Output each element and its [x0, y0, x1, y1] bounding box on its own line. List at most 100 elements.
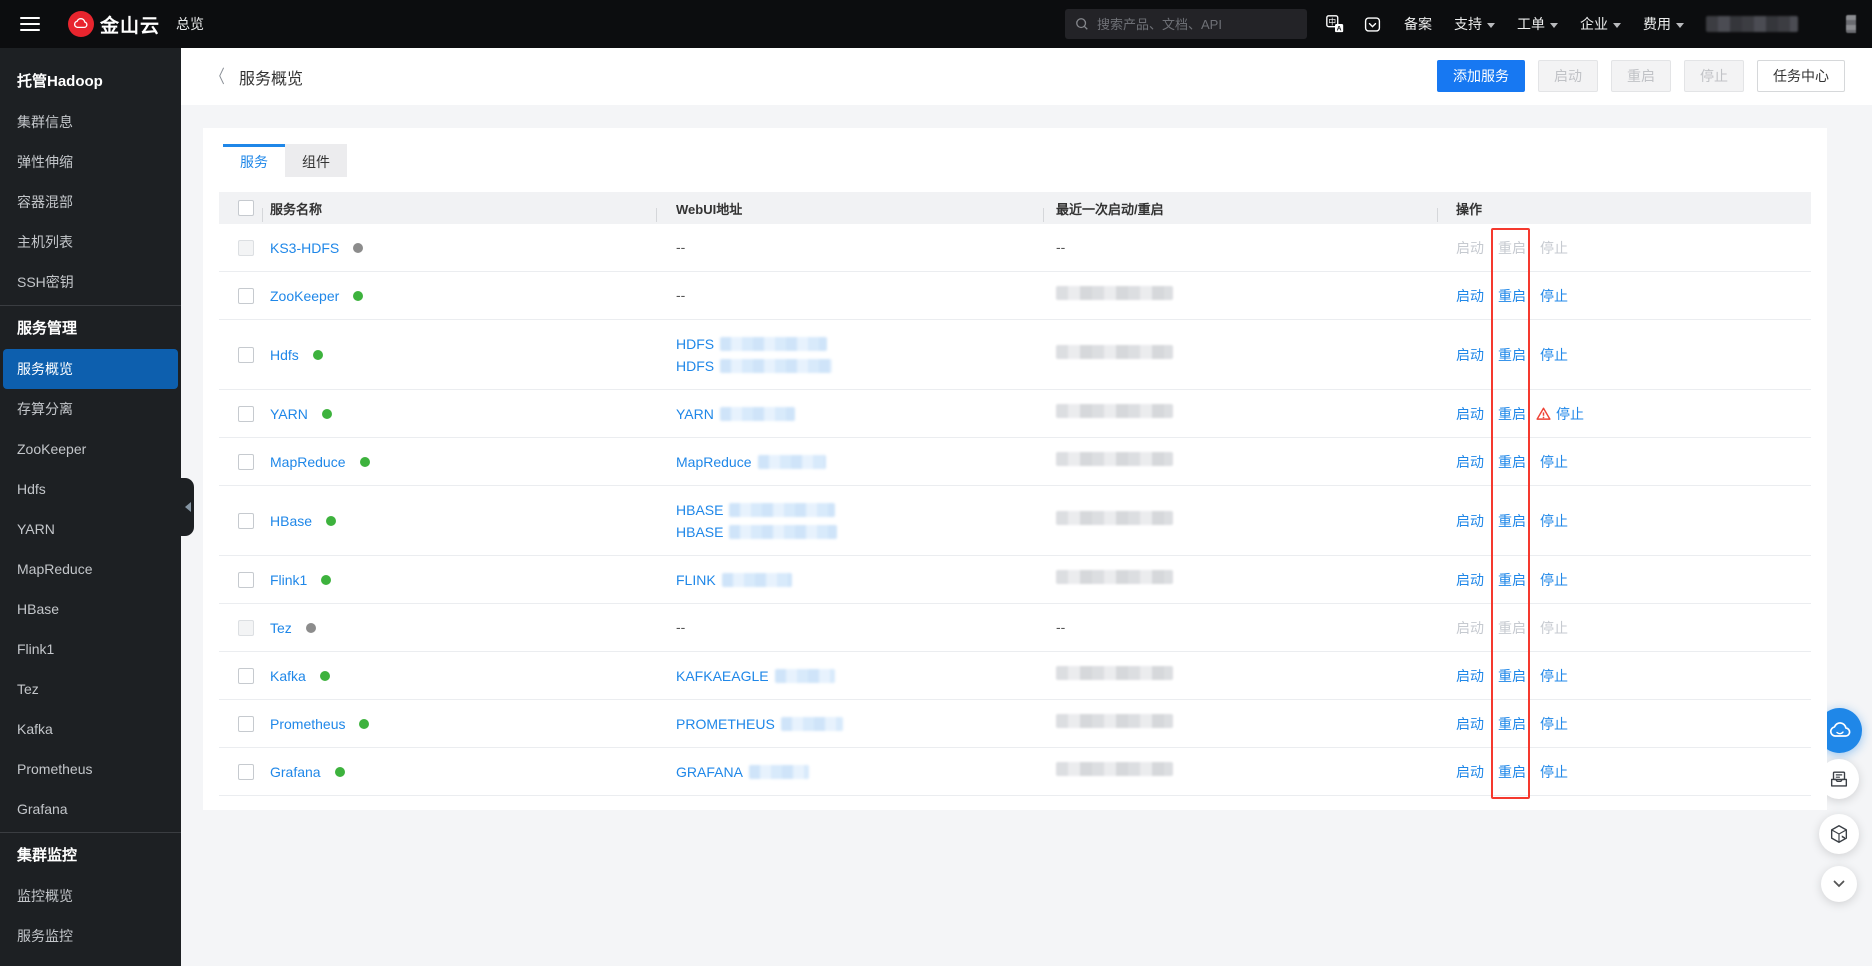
row-checkbox[interactable] — [238, 405, 254, 422]
action-restart-link[interactable]: 重启 — [1498, 618, 1526, 638]
action-start-link[interactable]: 启动 — [1456, 618, 1484, 638]
action-restart-link[interactable]: 重启 — [1498, 238, 1526, 258]
action-start-link[interactable]: 启动 — [1456, 714, 1484, 734]
service-name-link[interactable]: MapReduce — [270, 454, 346, 470]
row-checkbox[interactable] — [238, 571, 254, 588]
action-start-link[interactable]: 启动 — [1456, 286, 1484, 306]
task-center-button[interactable]: 任务中心 — [1757, 60, 1845, 92]
action-stop-link[interactable]: 停止 — [1540, 570, 1568, 590]
service-name-link[interactable]: Grafana — [270, 764, 321, 780]
action-restart-link[interactable]: 重启 — [1498, 511, 1526, 531]
sidebar-item-服务监控[interactable]: 服务监控 — [0, 916, 181, 956]
webui-link[interactable]: GRAFANA — [676, 764, 743, 780]
sidebar-item-容器混部[interactable]: 容器混部 — [0, 182, 181, 222]
topnav-link-备案[interactable]: 备案 — [1404, 14, 1432, 34]
service-name-link[interactable]: Prometheus — [270, 716, 345, 732]
row-checkbox[interactable] — [238, 512, 254, 529]
action-stop-link[interactable]: 停止 — [1556, 404, 1584, 424]
collapse-fab[interactable] — [1821, 866, 1857, 902]
webui-link[interactable]: HDFS — [676, 336, 714, 352]
action-restart-link[interactable]: 重启 — [1498, 452, 1526, 472]
sidebar-item-YARN[interactable]: YARN — [0, 509, 181, 549]
add-service-button[interactable]: 添加服务 — [1437, 60, 1525, 92]
action-start-link[interactable]: 启动 — [1456, 762, 1484, 782]
sidebar-item-Prometheus[interactable]: Prometheus — [0, 749, 181, 789]
sidebar-item-主机列表[interactable]: 主机列表 — [0, 222, 181, 262]
action-start-link[interactable]: 启动 — [1456, 404, 1484, 424]
sidebar-item-服务概览[interactable]: 服务概览 — [3, 349, 178, 389]
sidebar-collapse-handle[interactable] — [181, 478, 194, 536]
username-redacted[interactable] — [1706, 16, 1798, 32]
action-restart-link[interactable]: 重启 — [1498, 666, 1526, 686]
brand-logo[interactable]: 金山云 — [68, 11, 160, 38]
stop-button[interactable]: 停止 — [1684, 60, 1744, 92]
sidebar-item-ZooKeeper[interactable]: ZooKeeper — [0, 429, 181, 469]
row-checkbox[interactable] — [238, 619, 254, 636]
sidebar-item-Grafana[interactable]: Grafana — [0, 789, 181, 829]
sidebar-item-监控概览[interactable]: 监控概览 — [0, 876, 181, 916]
service-name-link[interactable]: HBase — [270, 513, 312, 529]
webui-link[interactable]: YARN — [676, 406, 714, 422]
sidebar-item-弹性伸缩[interactable]: 弹性伸缩 — [0, 142, 181, 182]
row-checkbox[interactable] — [238, 287, 254, 304]
action-start-link[interactable]: 启动 — [1456, 511, 1484, 531]
sidebar-item-Flink1[interactable]: Flink1 — [0, 629, 181, 669]
sidebar-item-存算分离[interactable]: 存算分离 — [0, 389, 181, 429]
sidebar-item-HBase[interactable]: HBase — [0, 589, 181, 629]
action-stop-link[interactable]: 停止 — [1540, 452, 1568, 472]
action-stop-link[interactable]: 停止 — [1540, 714, 1568, 734]
sidebar-item-MapReduce[interactable]: MapReduce — [0, 549, 181, 589]
product-news-fab[interactable] — [1819, 814, 1859, 854]
back-button[interactable]: 〈 — [211, 68, 225, 86]
topnav-link-企业[interactable]: 企业 — [1580, 14, 1621, 34]
action-start-link[interactable]: 启动 — [1456, 452, 1484, 472]
row-checkbox[interactable] — [238, 239, 254, 256]
action-start-link[interactable]: 启动 — [1456, 570, 1484, 590]
service-name-link[interactable]: ZooKeeper — [270, 288, 339, 304]
restart-button[interactable]: 重启 — [1611, 60, 1671, 92]
start-button[interactable]: 启动 — [1538, 60, 1598, 92]
action-start-link[interactable]: 启动 — [1456, 666, 1484, 686]
webui-link[interactable]: MapReduce — [676, 454, 752, 470]
topnav-search[interactable] — [1065, 9, 1307, 39]
calendar-check-icon[interactable] — [1363, 15, 1382, 34]
webui-link[interactable]: KAFKAEAGLE — [676, 668, 769, 684]
webui-link[interactable]: HBASE — [676, 524, 723, 540]
row-checkbox[interactable] — [238, 453, 254, 470]
row-checkbox[interactable] — [238, 763, 254, 780]
action-restart-link[interactable]: 重启 — [1498, 714, 1526, 734]
search-input[interactable] — [1097, 16, 1287, 32]
topnav-overview-link[interactable]: 总览 — [176, 14, 204, 34]
translate-icon[interactable]: 中A — [1325, 14, 1345, 34]
action-start-link[interactable]: 启动 — [1456, 238, 1484, 258]
action-stop-link[interactable]: 停止 — [1540, 345, 1568, 365]
row-checkbox[interactable] — [238, 715, 254, 732]
action-stop-link[interactable]: 停止 — [1540, 511, 1568, 531]
sidebar-item-Kafka[interactable]: Kafka — [0, 709, 181, 749]
action-restart-link[interactable]: 重启 — [1498, 345, 1526, 365]
webui-link[interactable]: PROMETHEUS — [676, 716, 775, 732]
service-name-link[interactable]: Kafka — [270, 668, 306, 684]
action-stop-link[interactable]: 停止 — [1540, 762, 1568, 782]
tab-components[interactable]: 组件 — [285, 144, 347, 177]
action-stop-link[interactable]: 停止 — [1540, 286, 1568, 306]
sidebar-item-集群信息[interactable]: 集群信息 — [0, 102, 181, 142]
action-restart-link[interactable]: 重启 — [1498, 762, 1526, 782]
action-stop-link[interactable]: 停止 — [1540, 618, 1568, 638]
row-checkbox[interactable] — [238, 346, 254, 363]
webui-link[interactable]: HDFS — [676, 358, 714, 374]
webui-link[interactable]: FLINK — [676, 572, 716, 588]
action-restart-link[interactable]: 重启 — [1498, 570, 1526, 590]
sidebar-item-SSH密钥[interactable]: SSH密钥 — [0, 262, 181, 302]
service-name-link[interactable]: Tez — [270, 620, 292, 636]
sidebar-item-Tez[interactable]: Tez — [0, 669, 181, 709]
row-checkbox[interactable] — [238, 667, 254, 684]
action-restart-link[interactable]: 重启 — [1498, 286, 1526, 306]
topnav-link-支持[interactable]: 支持 — [1454, 14, 1495, 34]
select-all-checkbox[interactable] — [238, 200, 254, 216]
sidebar-item-事件监控[interactable]: 事件监控 — [0, 956, 181, 966]
action-start-link[interactable]: 启动 — [1456, 345, 1484, 365]
action-stop-link[interactable]: 停止 — [1540, 238, 1568, 258]
sidebar-item-Hdfs[interactable]: Hdfs — [0, 469, 181, 509]
topnav-link-工单[interactable]: 工单 — [1517, 14, 1558, 34]
